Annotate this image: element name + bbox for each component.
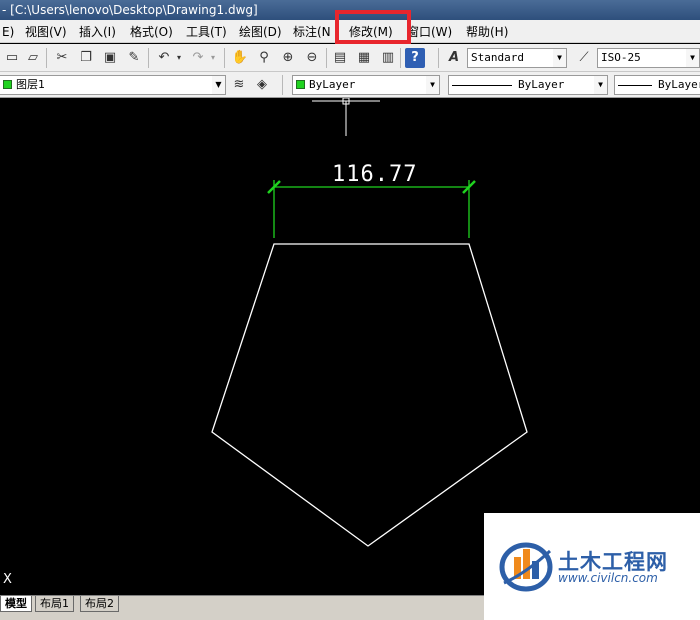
standard-toolbar: ▭ ▱ ✂ ❐ ▣ ✎ ↶ ▾ ↷ ▾ ✋ ⚲ ⊕ ⊖ ▤ ▦ ▥ ? A St… [0, 44, 700, 72]
color-swatch [296, 80, 305, 89]
linetype-value: ByLayer [518, 78, 565, 91]
layer-name: 图层1 [16, 78, 45, 91]
chevron-down-icon[interactable]: ▼ [686, 49, 699, 67]
menu-edit[interactable]: E) [2, 24, 14, 40]
menu-tools[interactable]: 工具(T) [186, 24, 227, 40]
linetype-combo[interactable]: ByLayer ▼ [448, 75, 608, 95]
lineweight-combo[interactable]: ByLayer [614, 75, 700, 95]
properties-icon[interactable]: ▤ [330, 48, 350, 68]
menu-help[interactable]: 帮助(H) [466, 24, 508, 40]
copy-icon[interactable]: ❐ [76, 48, 96, 68]
chevron-down-icon[interactable]: ▼ [426, 76, 439, 94]
match-properties-icon[interactable]: ✎ [124, 48, 144, 68]
tab-layout1[interactable]: 布局1 [35, 596, 74, 612]
menu-modify[interactable]: 修改(M) [349, 24, 393, 40]
dimension-text[interactable]: 116.77 [332, 162, 416, 187]
watermark-url: www.civilcn.com [558, 571, 658, 585]
redo-dropdown-icon[interactable]: ▾ [208, 48, 218, 68]
pan-icon[interactable]: ✋ [230, 48, 250, 68]
toolbar-separator [400, 48, 401, 68]
lineweight-value: ByLayer [658, 78, 700, 91]
watermark-logo-icon [499, 542, 553, 592]
layer-previous-icon[interactable]: ◈ [252, 75, 272, 95]
menu-bar: E) 视图(V) 插入(I) 格式(O) 工具(T) 绘图(D) 标注(N 修改… [0, 20, 700, 43]
cut-icon[interactable]: ✂ [52, 48, 72, 68]
linetype-sample [452, 84, 512, 86]
zoom-realtime-icon[interactable]: ⚲ [254, 48, 274, 68]
undo-icon[interactable]: ↶ [154, 48, 174, 68]
dim-style-value: ISO-25 [601, 51, 641, 64]
zoom-window-icon[interactable]: ⊕ [278, 48, 298, 68]
help-icon[interactable]: ? [405, 48, 425, 68]
layer-color-swatch [3, 80, 12, 89]
menu-format[interactable]: 格式(O) [130, 24, 173, 40]
dim-style-combo[interactable]: ISO-25 ▼ [597, 48, 700, 68]
text-style-combo[interactable]: Standard ▼ [467, 48, 567, 68]
toolbar-separator [438, 48, 439, 68]
menu-insert[interactable]: 插入(I) [79, 24, 116, 40]
new-icon[interactable]: ▭ [2, 48, 22, 68]
chevron-down-icon[interactable]: ▼ [212, 76, 225, 94]
tab-layout2[interactable]: 布局2 [80, 596, 119, 612]
zoom-previous-icon[interactable]: ⊖ [302, 48, 322, 68]
toolbar-separator [282, 75, 283, 95]
watermark: 土木工程网 www.civilcn.com [484, 513, 700, 620]
redo-icon[interactable]: ↷ [188, 48, 208, 68]
window-title: - [C:\Users\lenovo\Desktop\Drawing1.dwg] [2, 3, 258, 17]
menu-draw[interactable]: 绘图(D) [239, 24, 282, 40]
menu-dimension[interactable]: 标注(N [293, 24, 331, 40]
text-style-value: Standard [471, 51, 524, 64]
layers-toolbar: 图层1 ▼ ≋ ◈ ByLayer ▼ ByLayer ▼ ByLayer [0, 72, 700, 98]
ucs-axis-label: X [3, 572, 12, 587]
color-value: ByLayer [309, 78, 356, 91]
menu-view[interactable]: 视图(V) [25, 24, 67, 40]
paste-icon[interactable]: ▣ [100, 48, 120, 68]
tab-model[interactable]: 模型 [0, 596, 32, 612]
text-style-icon[interactable]: A [444, 48, 464, 68]
toolbar-separator [326, 48, 327, 68]
chevron-down-icon[interactable]: ▼ [553, 49, 566, 67]
open-icon[interactable]: ▱ [23, 48, 43, 68]
toolbar-separator [46, 48, 47, 68]
layer-combo[interactable]: 图层1 ▼ [0, 75, 226, 95]
tool-palette-icon[interactable]: ▥ [378, 48, 398, 68]
toolbar-separator [224, 48, 225, 68]
layer-manager-icon[interactable]: ≋ [229, 75, 249, 95]
dim-style-icon[interactable]: ⟋ [574, 48, 594, 68]
window-title-bar: - [C:\Users\lenovo\Desktop\Drawing1.dwg] [0, 0, 700, 20]
design-center-icon[interactable]: ▦ [354, 48, 374, 68]
color-combo[interactable]: ByLayer ▼ [292, 75, 440, 95]
menu-window[interactable]: 窗口(W) [407, 24, 452, 40]
undo-dropdown-icon[interactable]: ▾ [174, 48, 184, 68]
chevron-down-icon[interactable]: ▼ [594, 76, 607, 94]
toolbar-separator [148, 48, 149, 68]
lineweight-sample [618, 84, 652, 86]
pentagon-shape[interactable] [211, 243, 528, 547]
